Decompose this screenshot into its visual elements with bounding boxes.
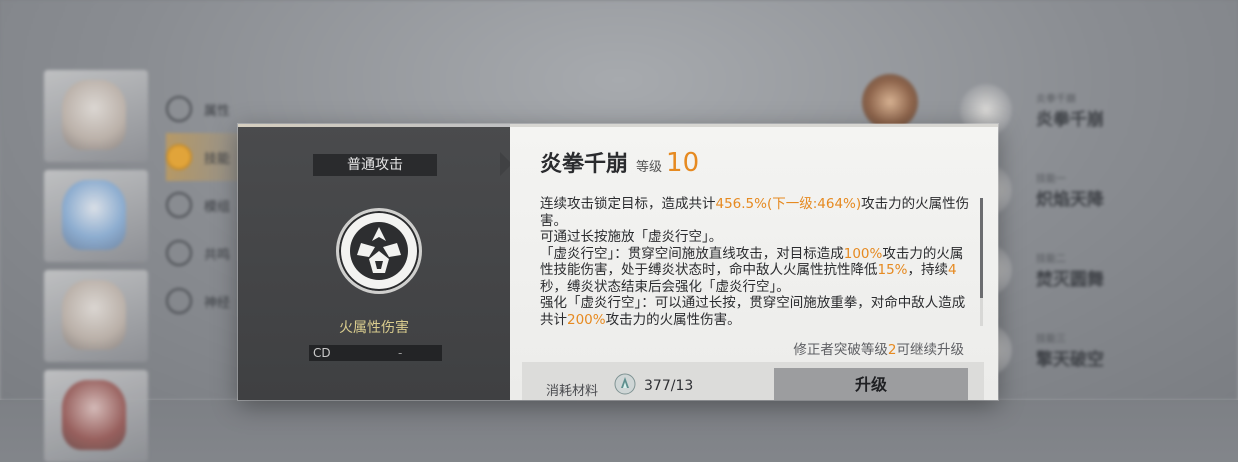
skill-description[interactable]: 连续攻击锁定目标，造成共计456.5%(下一级:464%)攻击力的火属性伤害。可… [540,196,976,328]
skill-list-sub: 炎拳千崩 [1036,94,1076,105]
description-highlight: 4 [948,262,957,278]
damage-type-label: 火属性伤害 [339,320,409,336]
skill-list-item: 技能三 擎天破空 [960,310,1238,390]
cost-label: 消耗材料 [546,384,599,399]
hint-prefix: 修正者突破等级 [793,342,888,358]
menu-icon [166,96,192,122]
hint-suffix: 可继续升级 [896,342,965,358]
character-portrait [62,380,126,450]
skill-list: 炎拳千崩 炎拳千崩 技能一 炽焰天降 技能二 焚灭圆舞 技能三 擎天破空 [960,70,1238,390]
skill-list-item: 炎拳千崩 炎拳千崩 [960,70,1238,150]
material-count: 377/13 [644,378,694,394]
menu-icon [166,288,192,314]
flame-fist-glyph [350,222,408,280]
character-portrait [62,180,126,250]
description-highlight: 100% [843,245,883,262]
character-portrait [62,80,126,150]
skill-tree-emblem-icon [862,74,918,130]
skill-list-sub: 技能二 [1036,254,1066,265]
description-text: 连续攻击锁定目标，造成共计 [540,196,716,212]
cooldown-bar: CD - [309,345,442,361]
scrollbar-thumb[interactable] [980,198,983,298]
description-paragraph: 强化「虚炎行空」：可以通过长按，贯穿空间施放重拳，对命中敌人造成共计200%攻击… [540,295,976,328]
description-text: 「虚炎行空」：贯穿空间施放直线攻击，对目标造成 [540,245,844,262]
level-label: 等级 [636,160,663,175]
menu-icon [166,240,192,266]
menu-icon [166,144,192,170]
flame-fist-icon [336,208,422,294]
description-text: 攻击力的火属性伤害。 [605,311,741,328]
hint-level: 2 [887,342,897,358]
skill-list-name: 炎拳千崩 [1036,110,1104,130]
skill-list-item: 技能一 炽焰天降 [960,150,1238,230]
description-paragraph: 连续攻击锁定目标，造成共计456.5%(下一级:464%)攻击力的火属性伤害。 [540,196,976,229]
description-paragraph: 「虚炎行空」：贯穿空间施放直线攻击，对目标造成100%攻击力的火属性技能伤害，处… [540,246,976,296]
description-text: 可通过长按施放「虚炎行空」。 [540,229,723,245]
description-highlight: 456.5%(下一级:464%) [715,196,862,212]
crystal-material-icon[interactable] [614,373,636,395]
menu-item-label: 共鸣 [204,247,231,263]
description-paragraph: 可通过长按施放「虚炎行空」。 [540,229,976,246]
skill-info-panel: 炎拳千崩 等级 10 连续攻击锁定目标，造成共计456.5%(下一级:464%)… [510,124,998,400]
breakthrough-hint: 修正者突破等级2可继续升级 [793,338,964,358]
attack-type-label: 普通攻击 [313,154,437,176]
cooldown-label: CD [313,346,331,360]
skill-name: 炎拳千崩 [540,152,629,177]
menu-item-label: 属性 [204,103,231,119]
description-highlight: 15% [877,262,908,278]
description-text: 秒，缚炎状态结束后会强化「虚炎行空」。 [540,278,790,295]
skill-title-row: 炎拳千崩 等级 10 [540,146,699,178]
skill-list-sub: 技能一 [1036,174,1066,185]
menu-item-label: 神经 [204,295,231,311]
description-scrollbar[interactable] [980,198,983,326]
character-card [44,70,148,162]
upgrade-cost-bar: 消耗材料 377/13 升级 [522,362,984,400]
description-highlight: 200% [567,311,606,328]
upgrade-button[interactable]: 升级 [774,368,968,400]
character-card [44,370,148,462]
cooldown-value: - [398,346,403,360]
skill-list-name: 炽焰天降 [1036,190,1104,210]
character-card [44,270,148,362]
character-card [44,170,148,262]
skill-detail-dialog: 普通攻击 火属性伤害 CD - 炎拳千崩 等级 10 连续攻击锁定目标，造成共计… [238,124,998,400]
skill-list-name: 擎天破空 [1036,350,1104,370]
character-portrait [62,280,126,350]
menu-item-label: 技能 [204,151,231,167]
skill-list-name: 焚灭圆舞 [1036,270,1104,290]
description-text: ，持续 [907,262,949,278]
menu-item-label: 模组 [204,199,231,215]
skill-list-item: 技能二 焚灭圆舞 [960,230,1238,310]
skill-summary-panel: 普通攻击 火属性伤害 CD - [238,124,510,400]
level-value: 10 [666,148,700,178]
character-list [44,70,148,462]
menu-icon [166,192,192,218]
skill-list-sub: 技能三 [1036,334,1066,345]
